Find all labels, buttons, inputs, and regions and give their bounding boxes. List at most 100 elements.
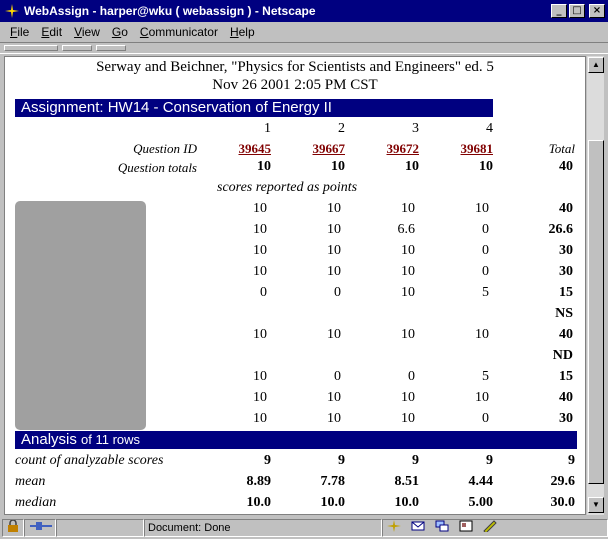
stat-total: 30.0 [550,495,576,510]
row-total: 26.6 [548,222,574,237]
score-cell: 10 [253,264,267,279]
progress-area [56,519,144,537]
score-cell: 0 [482,264,489,279]
menu-help-accel: H [229,25,239,39]
score-cell: 5 [482,285,489,300]
score-cell: 0 [482,411,489,426]
score-cell: 10 [401,243,415,258]
score-cell: 10 [475,201,489,216]
security-lock-icon[interactable] [2,519,24,537]
score-cell: 10 [253,369,267,384]
navigator-icon[interactable] [387,519,401,537]
analysis-subtitle: of 11 rows [81,432,141,447]
score-cell: 10 [327,201,341,216]
status-text: Document: Done [144,519,382,537]
vertical-scrollbar[interactable]: ▲ ▼ [586,56,604,515]
stat-value: 9 [486,453,493,468]
question-total-value: 10 [479,159,493,174]
menu-communicator-accel: C [139,25,149,39]
address-book-icon[interactable] [459,520,473,537]
question-id-link[interactable]: 39667 [285,141,346,157]
menu-file-rest: ile [17,25,30,39]
menu-bar: File Edit View Go Communicator Help [0,22,608,42]
report-date: Nov 26 2001 2:05 PM CST [212,77,378,93]
score-cell: 10 [401,264,415,279]
stat-value: 10.0 [246,495,272,510]
scores-note: scores reported as points [217,180,358,195]
composer-icon[interactable] [483,519,497,537]
menu-go-rest: o [121,25,128,39]
column-number: 1 [264,121,271,136]
discussion-icon[interactable] [435,520,449,537]
window-titlebar[interactable]: WebAssign - harper@wku ( webassign ) - N… [0,0,608,22]
stat-value: 8.51 [394,474,420,489]
toolbar-grip-personal[interactable] [96,45,126,51]
question-id-link[interactable]: 39672 [359,141,420,157]
score-cell: 10 [401,411,415,426]
score-cell: 0 [334,369,341,384]
menu-help-rest: elp [238,25,255,39]
row-total: 30 [559,411,573,426]
stat-value: 9 [338,453,345,468]
menu-view-rest: iew [81,25,100,39]
mail-icon[interactable] [411,520,425,537]
menu-communicator[interactable]: Communicator [134,25,224,39]
status-bar: Document: Done [0,517,608,539]
question-total-value: 10 [405,159,419,174]
row-total: 40 [559,201,573,216]
toolbar-grip-navigation[interactable] [4,45,58,51]
score-cell: 10 [475,390,489,405]
question-totals-total: 40 [559,159,573,174]
scroll-down-button[interactable]: ▼ [588,497,604,513]
score-cell: 10 [327,390,341,405]
stat-value: 10.0 [320,495,346,510]
score-cell: 10 [327,327,341,342]
stat-value: 7.78 [320,474,346,489]
score-cell: 10 [253,411,267,426]
menu-view[interactable]: View [68,25,106,39]
window-title: WebAssign - harper@wku ( webassign ) - N… [24,4,316,18]
question-total-value: 10 [331,159,345,174]
row-total: ND [552,348,573,363]
collapsed-toolbars [0,42,608,54]
menu-edit-rest: dit [49,25,63,39]
score-cell: 10 [327,264,341,279]
score-cell: 0 [408,369,415,384]
question-id-link[interactable]: 39645 [211,141,272,157]
menu-file[interactable]: File [4,25,35,39]
stat-label: count of analyzable scores [15,453,164,468]
menu-edit[interactable]: Edit [35,25,68,39]
column-number: 3 [412,121,419,136]
close-button[interactable]: × [589,4,605,18]
score-cell: 10 [401,327,415,342]
stat-value: 5.00 [468,495,494,510]
stat-label: median [15,495,57,510]
score-cell: 0 [482,222,489,237]
menu-go-accel: G [111,25,122,39]
score-cell: 10 [327,411,341,426]
stat-label: mean [15,474,46,489]
score-cell: 10 [401,390,415,405]
score-cell: 0 [334,285,341,300]
maximize-button[interactable]: □ [569,4,585,18]
scroll-thumb[interactable] [588,140,604,484]
row-total: NS [555,306,573,321]
minimize-button[interactable]: _ [551,4,567,18]
score-cell: 10 [327,222,341,237]
stat-value: 10.0 [394,495,420,510]
question-id-label: Question ID [133,141,197,156]
row-total: 40 [559,390,573,405]
score-cell: 5 [482,369,489,384]
menu-help[interactable]: Help [224,25,261,39]
menu-go[interactable]: Go [106,25,134,39]
row-total: 15 [559,285,573,300]
toolbar-grip-location[interactable] [62,45,92,51]
row-total: 15 [559,369,573,384]
question-id-link[interactable]: 39681 [433,141,494,157]
column-number: 2 [338,121,345,136]
textbook-reference: Serway and Beichner, "Physics for Scient… [96,59,494,75]
scroll-up-button[interactable]: ▲ [588,57,604,73]
total-header: Total [548,141,575,156]
redacted-student-names [15,201,146,430]
column-number: 4 [486,121,493,136]
